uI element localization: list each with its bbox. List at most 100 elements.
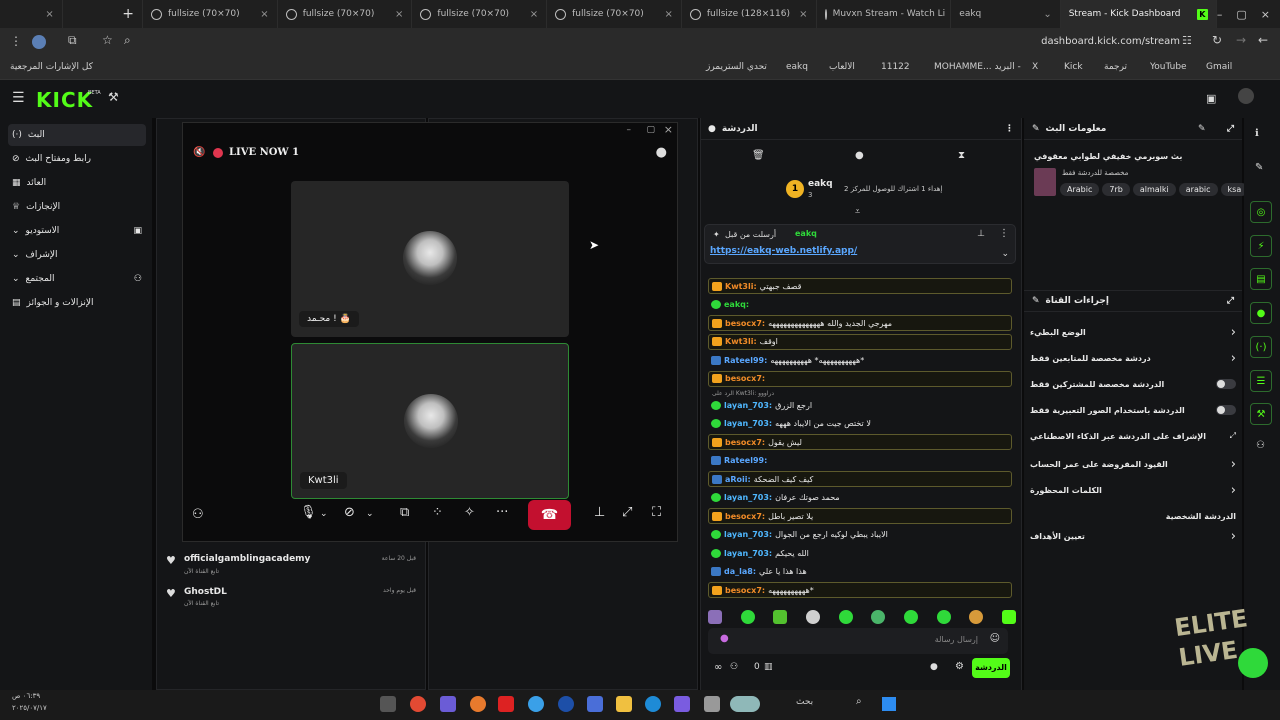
bookmark-challenge[interactable]: تحدي الستريمرز: [706, 62, 767, 72]
tab-3[interactable]: fullsize (70×70) ×: [412, 0, 548, 28]
chat-username[interactable]: besocx7:: [725, 438, 765, 447]
nav-stream[interactable]: (·) البث: [8, 124, 146, 146]
chat-message[interactable]: layan_703: ارجع الزرق: [708, 397, 1012, 413]
camera-off-icon[interactable]: ⊘: [344, 505, 355, 520]
bookmark-x[interactable]: X: [1032, 62, 1038, 72]
edit-icon[interactable]: ✎: [1198, 124, 1206, 134]
close-icon[interactable]: ×: [799, 9, 807, 20]
emote[interactable]: [708, 610, 722, 624]
pinned-link[interactable]: https://eakq-web.netlify.app/: [710, 246, 857, 256]
tag[interactable]: 7rb: [1102, 183, 1130, 196]
tab-6[interactable]: Muvxn Stream - Watch LiK: [817, 0, 952, 28]
minimize-icon[interactable]: –: [627, 125, 632, 135]
emote[interactable]: [838, 610, 853, 624]
gear-icon[interactable]: ⚙: [955, 661, 964, 672]
chevron-right-icon[interactable]: ›: [1231, 351, 1236, 366]
reload-icon[interactable]: ↻: [1212, 33, 1222, 47]
chat-message[interactable]: besocx7: يلا تصير باطل: [708, 508, 1012, 524]
emoji-icon[interactable]: ☺: [990, 633, 1000, 644]
maximize-icon[interactable]: ▢: [646, 125, 655, 135]
tune-icon[interactable]: ☷: [1182, 34, 1192, 47]
chevron-right-icon[interactable]: ›: [1231, 529, 1236, 544]
chat-username[interactable]: da_la8:: [724, 567, 756, 576]
bookmark-translate[interactable]: ترجمة: [1104, 62, 1127, 72]
tab-2[interactable]: fullsize (70×70) ×: [278, 0, 413, 28]
taskbar-app[interactable]: [470, 696, 486, 712]
add-person-icon[interactable]: ⚇: [192, 507, 204, 522]
hp-icon[interactable]: [558, 696, 574, 712]
chat-message[interactable]: Rateel99: ههههههههههه* ههههههههههه*: [708, 352, 1012, 368]
chat-username[interactable]: layan_703:: [724, 493, 772, 502]
participant-tile[interactable]: محـمد ! 🎂: [291, 181, 569, 337]
mute-speaker-icon[interactable]: 🔇: [193, 147, 205, 158]
close-icon[interactable]: ×: [45, 9, 53, 20]
chat-username[interactable]: Rateel99:: [724, 356, 767, 365]
nav-moderation[interactable]: ⌄ الإشراف: [8, 244, 146, 266]
chat-bubble-icon[interactable]: ●: [656, 145, 667, 160]
apps-icon[interactable]: ⁘: [432, 505, 443, 520]
nav-studio[interactable]: ⌄ الاستوديو ▣: [8, 220, 146, 242]
top-user[interactable]: eakq: [808, 179, 833, 189]
user-avatar[interactable]: [1238, 88, 1254, 104]
new-tab-area[interactable]: +: [63, 0, 143, 28]
chat-message[interactable]: layan_703: محمد صوتك عرفان: [708, 490, 1012, 506]
search-icon[interactable]: ⌕: [124, 33, 131, 48]
chevron-right-icon[interactable]: ›: [1231, 483, 1236, 498]
channel-action-row[interactable]: الإشراف على الدردشة عبر الذكاء الاصطناعي…: [1030, 426, 1236, 446]
nav-stream-key[interactable]: ⊘ رابط ومفتاح البث: [8, 148, 146, 170]
popout-icon[interactable]: ⤢: [1227, 124, 1234, 134]
close-icon[interactable]: ×: [664, 9, 672, 20]
back-icon[interactable]: ←: [1258, 33, 1268, 47]
emote[interactable]: [871, 610, 886, 624]
chevron-down-icon[interactable]: ⌄: [320, 509, 328, 519]
minimize-icon[interactable]: –: [1217, 8, 1223, 21]
rail-button-doc[interactable]: ▤: [1250, 268, 1272, 290]
close-icon[interactable]: ×: [260, 9, 268, 20]
bookmark-kick[interactable]: Kick: [1064, 62, 1083, 72]
effects-icon[interactable]: ✧: [464, 505, 475, 520]
bookmark-eakq[interactable]: eakq: [786, 62, 808, 72]
chevron-right-icon[interactable]: ›: [1231, 325, 1236, 340]
microphone-icon[interactable]: ●: [720, 633, 729, 644]
info-icon[interactable]: ℹ: [1255, 128, 1259, 139]
chat-message[interactable]: besocx7: ههههههههههه*: [708, 582, 1012, 598]
unpin-icon[interactable]: ⊥: [977, 229, 985, 239]
hamburger-icon[interactable]: ☰: [12, 90, 25, 106]
kick-logo[interactable]: KICK: [36, 88, 93, 112]
channel-action-row[interactable]: القيود المفروضة على عمر الحساب ›: [1030, 454, 1236, 474]
chat-username[interactable]: besocx7:: [725, 512, 765, 521]
tab-empty[interactable]: ×: [0, 0, 63, 28]
chat-username[interactable]: eakq:: [724, 300, 749, 309]
tab-5[interactable]: fullsize (128×116) ×: [682, 0, 817, 28]
chat-message[interactable]: aRoii: كيف كيف الضحكة: [708, 471, 1012, 487]
chat-username[interactable]: besocx7:: [725, 374, 765, 383]
edge-icon[interactable]: [645, 696, 661, 712]
chat-username[interactable]: Kwt3li:: [725, 282, 757, 291]
chat-username[interactable]: Kwt3li:: [725, 337, 757, 346]
copilot-icon[interactable]: [674, 696, 690, 712]
pin-icon[interactable]: ⊥: [594, 505, 605, 520]
chat-username[interactable]: Rateel99:: [724, 456, 767, 465]
chat-message[interactable]: da_la8: هذا هذا يا علي: [708, 564, 1012, 580]
tab-active[interactable]: Stream - Kick Dashboard K: [1060, 0, 1217, 28]
star-icon[interactable]: ☆: [102, 33, 113, 47]
chat-message[interactable]: besocx7: مهرجي الجديد والله ههههههههههههه…: [708, 315, 1012, 331]
chevron-down-icon[interactable]: ⌄: [1043, 9, 1051, 20]
tag[interactable]: arabic: [1178, 183, 1218, 196]
channel-action-row[interactable]: الدردشة باستخدام الصور التعبيرية فقط: [1030, 400, 1236, 420]
widget-icon[interactable]: [730, 696, 760, 712]
nav-revenue[interactable]: ▦ العائد: [8, 172, 146, 194]
emote[interactable]: [969, 610, 984, 624]
chat-username[interactable]: layan_703:: [724, 530, 772, 539]
rail-button-broadcast[interactable]: (·): [1250, 336, 1272, 358]
chevron-down-icon[interactable]: ⌄: [1001, 249, 1009, 259]
chat-bubble-icon[interactable]: ●: [930, 662, 938, 672]
chat-username[interactable]: layan_703:: [724, 549, 772, 558]
category-thumbnail[interactable]: [1034, 168, 1056, 196]
chat-message[interactable]: Kwt3li: قصف جبهتي: [708, 278, 1012, 294]
bookmark-mail[interactable]: MOHAMME... البريد -: [934, 62, 1021, 72]
taskbar-app[interactable]: [380, 696, 396, 712]
edit-icon[interactable]: ✎: [1255, 162, 1263, 173]
nav-drops[interactable]: ▤ الإنزالات و الجوائز: [8, 292, 146, 314]
url-field[interactable]: dashboard.kick.com/stream: [1041, 36, 1180, 47]
